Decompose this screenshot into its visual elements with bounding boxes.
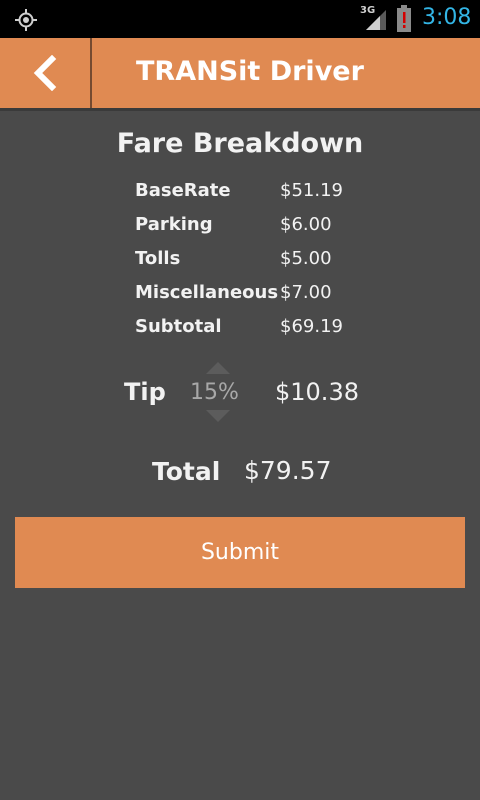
signal-icon (366, 10, 386, 30)
page-title: Fare Breakdown (116, 128, 364, 159)
battery-alert-icon (397, 5, 411, 32)
tip-increase-arrow-icon[interactable] (206, 362, 230, 374)
app-bar-shadow (0, 108, 480, 111)
tip-percent-picker[interactable]: 15% (190, 380, 239, 405)
fare-value: $6.00 (280, 214, 332, 235)
gps-icon (15, 9, 37, 31)
submit-button[interactable]: Submit (15, 517, 465, 588)
fare-value: $69.19 (280, 316, 343, 337)
fare-row-miscellaneous: Miscellaneous $7.00 (135, 282, 385, 316)
fare-label: BaseRate (135, 180, 231, 201)
fare-label: Parking (135, 214, 213, 235)
fare-row-baserate: BaseRate $51.19 (135, 180, 385, 214)
fare-label: Tolls (135, 248, 181, 269)
fare-label: Subtotal (135, 316, 222, 337)
app-bar-divider (90, 38, 92, 108)
total-label: Total (152, 457, 221, 486)
app-bar: TRANSit Driver (0, 38, 480, 108)
chevron-left-icon (33, 55, 57, 91)
fare-label: Miscellaneous (135, 282, 279, 303)
tip-label: Tip (124, 378, 166, 406)
status-clock: 3:08 (422, 5, 472, 30)
fare-table: BaseRate $51.19 Parking $6.00 Tolls $5.0… (135, 180, 385, 350)
fare-row-parking: Parking $6.00 (135, 214, 385, 248)
total-value: $79.57 (244, 456, 332, 485)
fare-value: $7.00 (280, 282, 332, 303)
fare-row-subtotal: Subtotal $69.19 (135, 316, 385, 350)
status-bar: 3G 3:08 (0, 0, 480, 38)
back-button[interactable] (0, 38, 90, 108)
fare-row-tolls: Tolls $5.00 (135, 248, 385, 282)
fare-value: $51.19 (280, 180, 343, 201)
tip-amount: $10.38 (275, 378, 359, 406)
tip-decrease-arrow-icon[interactable] (206, 410, 230, 422)
fare-value: $5.00 (280, 248, 332, 269)
app-title: TRANSit Driver (136, 56, 364, 87)
